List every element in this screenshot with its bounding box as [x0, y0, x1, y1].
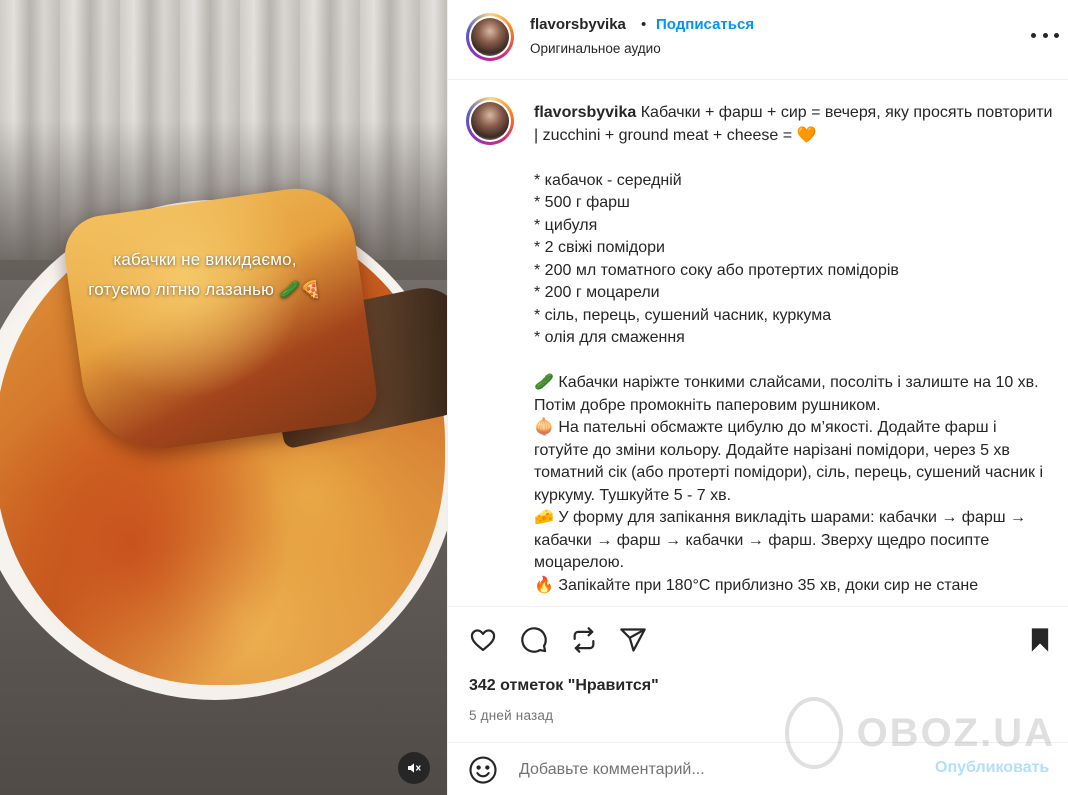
repost-button[interactable] [569, 625, 599, 655]
lasagna-slice [59, 180, 381, 460]
emoji-button[interactable] [468, 755, 498, 790]
ingredient-item: * 500 г фарш [534, 194, 630, 211]
caption-text: flavorsbyvika Кабачки + фарш + сир = веч… [534, 102, 1054, 597]
share-button[interactable] [618, 625, 648, 655]
ingredient-item: * олія для смаження [534, 329, 685, 346]
post-panel: flavorsbyvika • Подписаться Оригинальное… [447, 0, 1068, 795]
recipe-step: 🔥 Запікайте при 180°C приблизно 35 хв, д… [534, 576, 979, 594]
ingredient-item: * 200 мл томатного соку або протертих по… [534, 261, 899, 279]
caption-username[interactable]: flavorsbyvika [534, 104, 636, 121]
likes-count[interactable]: 342 отметок "Нравится" [469, 677, 659, 695]
comment-bar: Опубликовать [448, 742, 1068, 795]
bookmark-button[interactable] [1025, 625, 1055, 655]
more-icon[interactable] [1031, 24, 1059, 46]
ingredient-item: * сіль, перець, сушений часник, куркума [534, 306, 832, 324]
post-time[interactable]: 5 дней назад [469, 708, 553, 723]
recipe-step: 🧀 У форму для запікання викладіть шарами… [534, 509, 1027, 571]
like-button[interactable] [468, 625, 498, 655]
ingredient-item: * 200 г моцарели [534, 284, 660, 301]
overlay-line-1: кабачки не викидаємо, [113, 250, 297, 269]
ingredient-item: * 2 свіжі помідори [534, 239, 665, 256]
publish-button[interactable]: Опубликовать [935, 759, 1049, 777]
author-username[interactable]: flavorsbyvika [530, 16, 626, 33]
post-header: flavorsbyvika • Подписаться Оригинальное… [448, 0, 1068, 80]
post-media[interactable]: кабачки не викидаємо, готуємо літню лаза… [0, 0, 447, 795]
caption-avatar[interactable] [466, 97, 514, 145]
mute-icon [408, 763, 421, 773]
ingredient-item: * кабачок - середній [534, 171, 682, 189]
ingredient-item: * цибуля [534, 216, 598, 234]
avatar[interactable] [466, 13, 514, 61]
overlay-line-2: готуємо літню лазанью 🥒🍕 [88, 280, 322, 299]
audio-label[interactable]: Оригинальное аудио [530, 41, 661, 56]
comment-input[interactable] [519, 757, 919, 783]
video-overlay-text: кабачки не викидаємо, готуємо літню лаза… [40, 245, 370, 305]
bookmark-icon [1031, 628, 1049, 652]
separator-dot: • [641, 16, 647, 33]
emoji-icon [469, 756, 497, 784]
repost-icon [573, 627, 595, 653]
mute-button[interactable] [398, 752, 430, 784]
share-icon [620, 628, 646, 652]
recipe-step: 🧅 На пательні обсмажте цибулю до м’якост… [534, 419, 1044, 504]
comment-button[interactable] [519, 625, 549, 655]
caption-area: flavorsbyvika Кабачки + фарш + сир = веч… [448, 81, 1068, 606]
comment-icon [521, 627, 547, 653]
heart-icon [470, 629, 496, 652]
follow-button[interactable]: Подписаться [656, 16, 754, 33]
recipe-step: 🥒 Кабачки наріжте тонкими слайсами, посо… [534, 374, 1039, 414]
